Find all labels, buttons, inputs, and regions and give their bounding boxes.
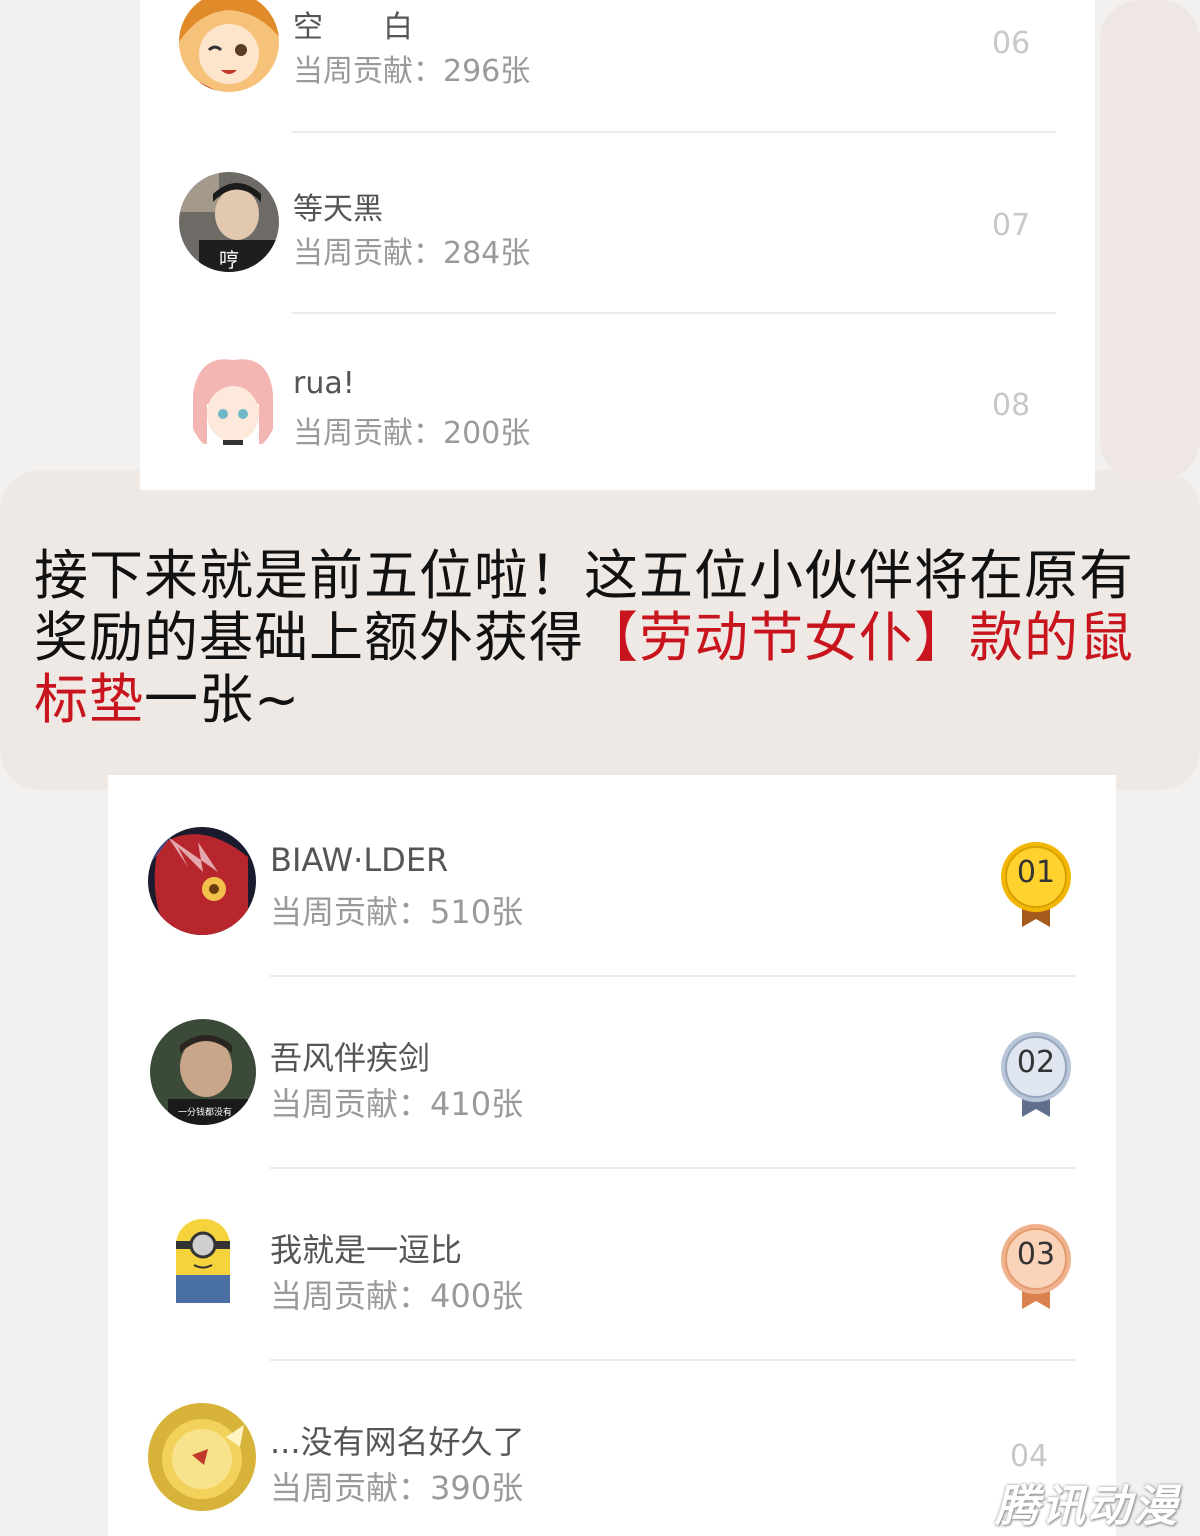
contribution-text: 当周贡献：400张 [270,1277,524,1315]
contribution-text: 当周贡献：296张 [293,54,531,89]
yellow-emoji-icon [148,1403,256,1511]
silver-medal-badge: 02 [1000,1031,1080,1121]
bronze-medal-badge: 03 [1000,1223,1080,1313]
list-item[interactable]: BIAW·LDER 当周贡献：510张 01 [108,775,1116,975]
minion-icon [158,1211,248,1311]
rank-number: 08 [992,388,1031,423]
contribution-text: 当周贡献：284张 [293,236,531,271]
watermark-logo: 腾讯动漫 [995,1481,1179,1532]
list-item[interactable]: 空 白 当周贡献：296张 06 [140,0,1095,132]
announcement-text: 接下来就是前五位啦！这五位小伙伴将在原有奖励的基础上额外获得【劳动节女仆】款的鼠… [34,545,1174,731]
avatar[interactable] [148,827,256,935]
avatar[interactable] [148,1403,256,1511]
anime-girl-winking-icon [179,0,279,92]
contribution-text: 当周贡献：390张 [270,1469,524,1507]
avatar[interactable]: 哼 [179,172,279,272]
announcement-part2: 一张~ [144,668,301,731]
background-blur [1100,0,1200,480]
ranking-list-top: 空 白 当周贡献：296张 06 哼 等天黑 当周贡献：284张 07 rua!… [140,0,1095,490]
list-item[interactable]: 一分钱都没有 吾风伴疾剑 当周贡献：410张 02 [108,975,1116,1167]
avatar[interactable] [158,1211,248,1311]
avatar-caption: 一分钱都没有 [178,1108,233,1118]
list-item[interactable]: 我就是一逗比 当周贡献：400张 03 [108,1167,1116,1359]
red-hair-anime-icon [148,827,256,935]
list-item[interactable]: 哼 等天黑 当周贡献：284张 07 [140,132,1095,312]
user-name: BIAW·LDER [270,841,449,879]
avatar[interactable] [179,0,279,92]
user-name: 吾风伴疾剑 [270,1039,431,1077]
rank-number: 07 [992,208,1031,243]
avatar-caption: 哼 [219,248,239,272]
rank-number: 02 [1016,1045,1056,1080]
avatar[interactable] [189,354,277,454]
pink-hair-girl-icon [189,354,277,454]
gold-medal-badge: 01 [1000,841,1080,931]
contribution-text: 当周贡献：200张 [293,416,531,451]
rank-number: 03 [1016,1237,1056,1272]
user-name: ...没有网名好久了 [270,1423,525,1461]
user-name: 我就是一逗比 [270,1231,463,1269]
list-item[interactable]: ...没有网名好久了 当周贡献：390张 04 [108,1359,1116,1536]
avatar[interactable]: 一分钱都没有 [150,1019,256,1125]
rank-number: 06 [992,26,1031,61]
user-name: rua! [293,366,355,401]
user-name: 空 白 [293,10,413,45]
list-item[interactable]: rua! 当周贡献：200张 08 [140,312,1095,490]
rank-number: 01 [1016,855,1056,890]
rank-number: 04 [1010,1439,1049,1474]
contribution-text: 当周贡献：510张 [270,893,524,931]
user-name: 等天黑 [293,192,383,227]
ranking-list-bottom: BIAW·LDER 当周贡献：510张 01 一分钱都没有 吾风伴疾剑 当周贡献… [108,775,1116,1536]
contribution-text: 当周贡献：410张 [270,1085,524,1123]
